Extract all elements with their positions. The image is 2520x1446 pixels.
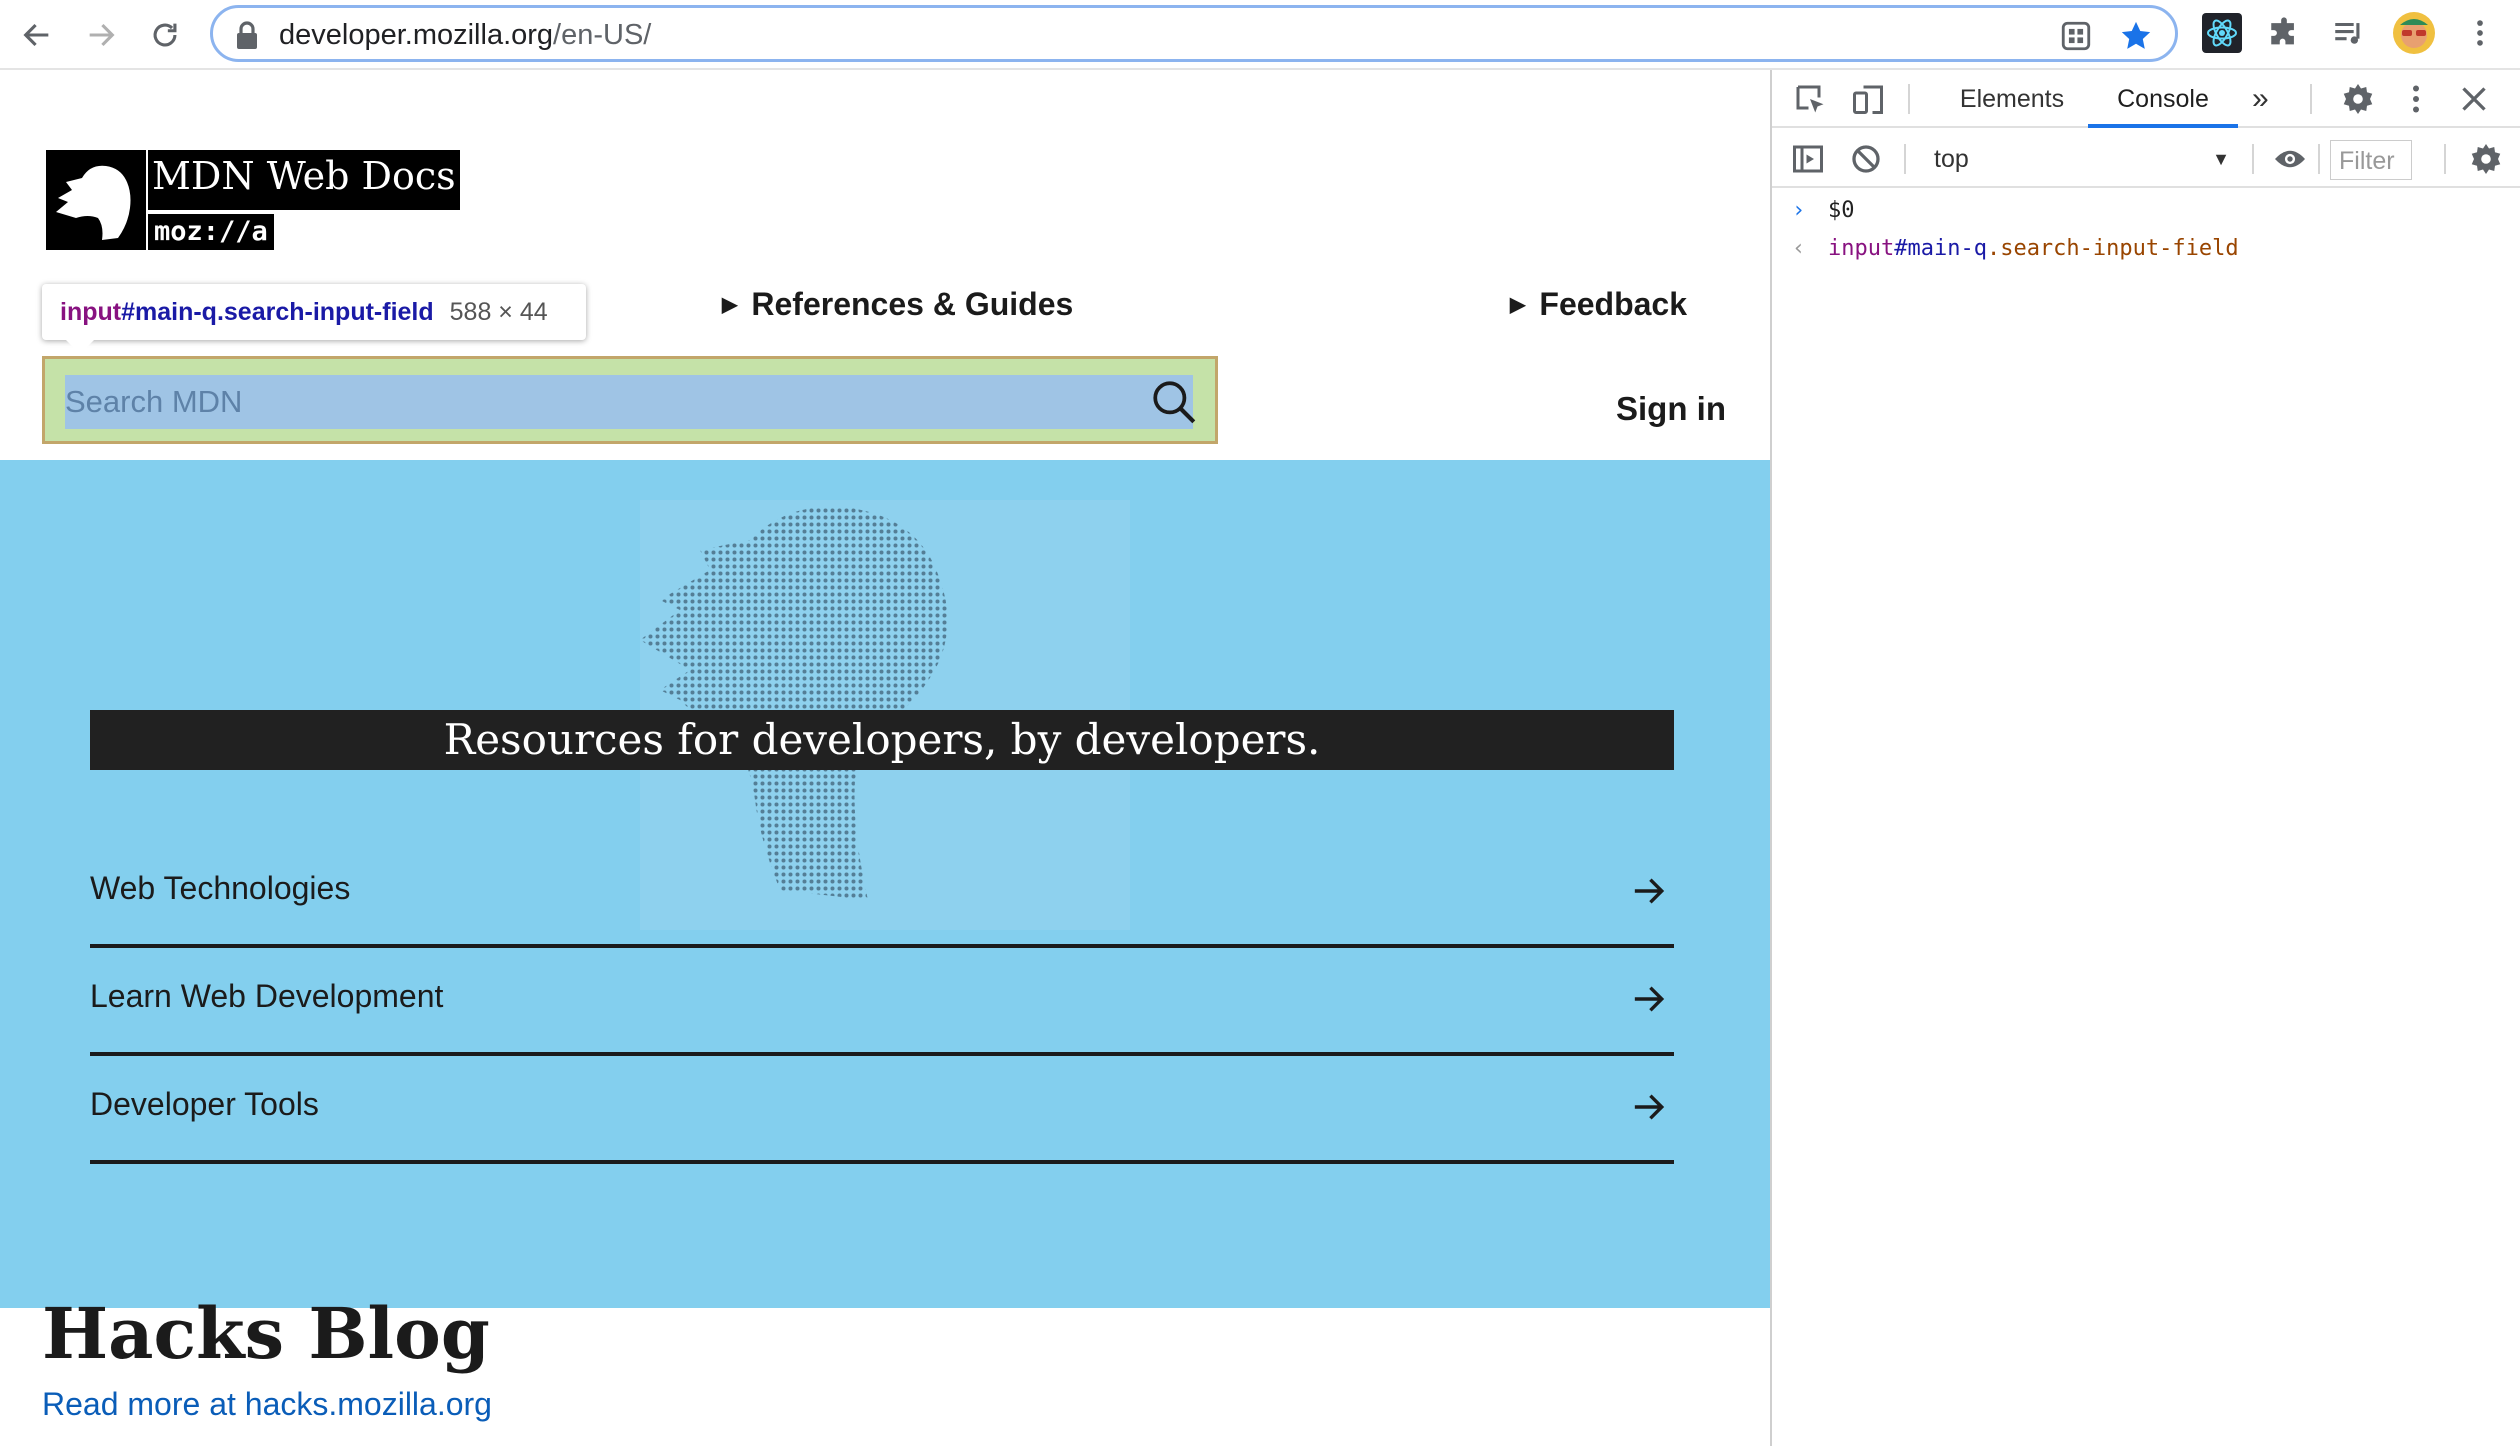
avatar-icon [2393,12,2435,54]
react-icon [2202,13,2242,53]
arrow-right-icon [1634,986,1665,1012]
disclosure-triangle-icon: ▶ [722,294,738,316]
tab-elements[interactable]: Elements [1950,70,2074,128]
console-input-text: $0 [1828,198,1855,223]
arrow-right-icon [1634,878,1665,904]
inspect-element-icon[interactable] [1792,81,1828,117]
close-icon[interactable] [2456,81,2492,117]
hero-link-label: Web Technologies [90,870,351,906]
nav-feedback[interactable]: ▶ Feedback [1510,286,1687,323]
media-controls-button[interactable] [2328,13,2368,53]
clear-console-icon[interactable] [1848,141,1884,177]
lock-icon [237,21,257,49]
tooltip-dimensions: 588 × 44 [449,298,548,326]
playlist-icon [2335,22,2360,44]
tab-console[interactable]: Console [2088,70,2238,128]
hero-link-label: Developer Tools [90,1086,319,1122]
hero-link-learn-web-development[interactable]: Learn Web Development [90,948,1674,1056]
toolbar-divider [2318,144,2320,174]
live-expression-eye-icon[interactable] [2272,141,2308,177]
settings-gear-icon[interactable] [2340,81,2376,117]
console-settings-gear-icon[interactable] [2468,141,2504,177]
tooltip-class: .search-input-field [216,298,434,326]
hero-link-label: Learn Web Development [90,978,444,1014]
hero-section: Resources for developers, by developers.… [0,460,1770,1308]
hero-link-developer-tools[interactable]: Developer Tools [90,1056,1674,1164]
mdn-logo[interactable]: MDN Web Docs moz://a [46,150,460,250]
arrow-left-icon [23,23,49,47]
device-toolbar-icon[interactable] [1850,81,1886,117]
nav-references-label: References & Guides [751,286,1074,322]
search-icon[interactable] [1149,377,1199,427]
toolbar-divider [1904,144,1906,174]
search-input[interactable] [65,375,1193,429]
return-arrow-icon: ‹ [1792,236,1806,261]
hero-tagline: Resources for developers, by developers. [90,710,1674,770]
dino-logo-icon [46,150,146,250]
url-text: developer.mozilla.org/en-US/ [279,19,652,51]
tooltip-id: #main-q [121,298,217,326]
dropdown-caret-icon: ▼ [2212,149,2230,169]
hero-link-web-technologies[interactable]: Web Technologies [90,840,1674,948]
qr-code-icon[interactable] [2059,19,2093,53]
console-toolbar: top ▼ Filter [1772,130,2520,188]
toolbar-divider [1908,84,1910,114]
reload-button[interactable] [142,12,188,58]
javascript-context-select[interactable]: top ▼ [1924,140,2236,178]
console-filter-input[interactable]: Filter [2330,140,2412,180]
puzzle-icon [2271,17,2294,45]
arrow-right-icon [1634,1094,1665,1120]
sidebar-toggle-icon[interactable] [1790,141,1826,177]
sign-in-link[interactable]: Sign in [1616,390,1726,428]
hacks-blog-link[interactable]: Read more at hacks.mozilla.org [42,1386,492,1423]
arrow-right-icon [89,23,115,47]
prompt-chevron-icon: › [1792,198,1806,223]
devtools-tab-bar: Elements Console » [1772,70,2520,128]
nav-feedback-label: Feedback [1539,286,1688,322]
extensions-button[interactable] [2264,13,2304,53]
console-output-element[interactable]: input#main-q.search-input-field [1828,236,2239,261]
inspect-element-tooltip: input#main-q.search-input-field 588 × 44 [42,284,586,354]
context-value: top [1934,145,1969,173]
react-devtools-extension[interactable] [2202,13,2242,53]
hacks-blog-heading: Hacks Blog [42,1292,490,1375]
forward-button[interactable] [78,12,124,58]
profile-avatar[interactable] [2392,11,2436,55]
kebab-menu-icon [2477,20,2483,46]
logo-title: MDN Web Docs [148,150,460,210]
web-page: MDN Web Docs moz://a input#main-q.search… [0,70,1770,1446]
back-button[interactable] [14,12,60,58]
devtools-panel: Elements Console » top ▼ Filter › $0 ‹ i… [1770,70,2520,1446]
reload-icon [153,23,177,47]
toolbar-divider [2310,84,2312,114]
search-highlight-overlay [42,356,1218,444]
browser-menu-button[interactable] [2460,13,2500,53]
disclosure-triangle-icon: ▶ [1510,294,1526,316]
toolbar-divider [2444,144,2446,174]
toolbar-divider [2252,144,2254,174]
address-bar[interactable]: developer.mozilla.org/en-US/ [210,5,2178,62]
more-tabs-button[interactable]: » [2252,70,2269,128]
tooltip-tag: input [60,298,122,326]
devtools-menu-icon[interactable] [2398,81,2434,117]
browser-toolbar: developer.mozilla.org/en-US/ [0,0,2520,70]
nav-references-guides[interactable]: ▶ References & Guides [722,286,1073,323]
mozilla-wordmark: moz://a [148,214,274,250]
bookmark-star-icon[interactable] [2119,19,2153,53]
